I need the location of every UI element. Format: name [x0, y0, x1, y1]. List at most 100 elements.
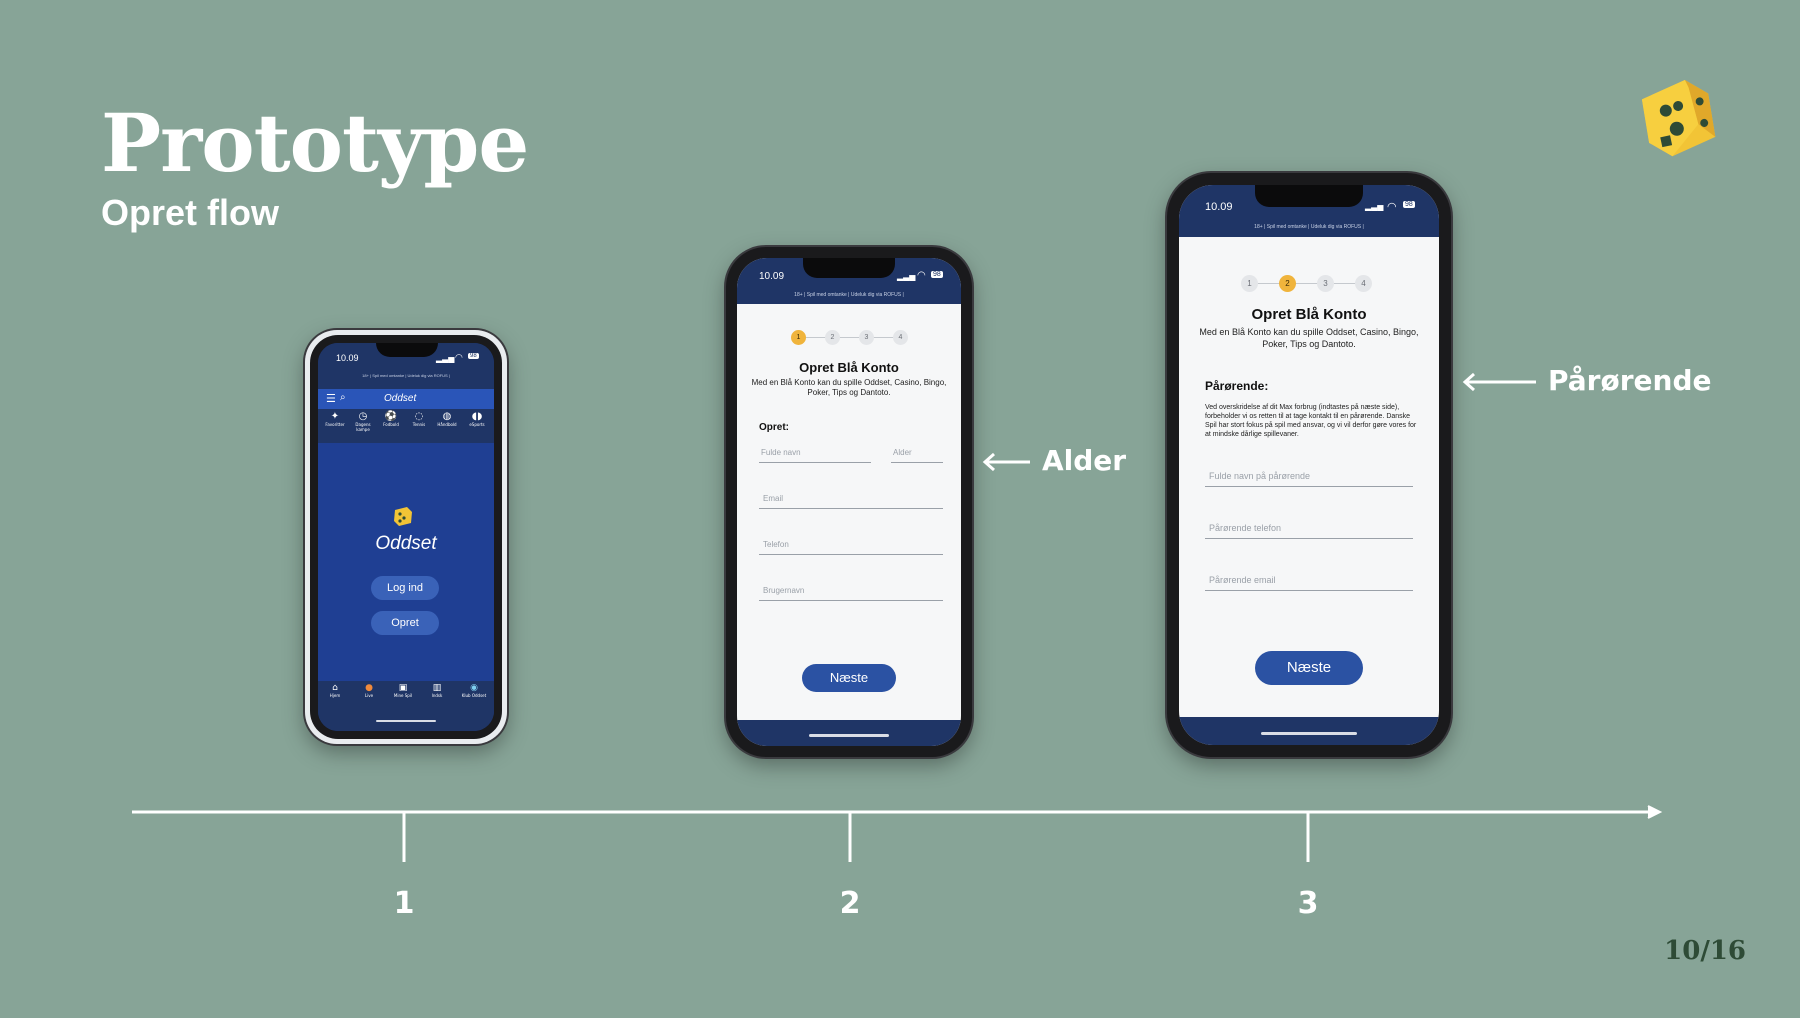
phone-2-home-indicator — [809, 734, 889, 737]
battery-icon: 98 — [1403, 201, 1415, 208]
status-time: 10.09 — [336, 353, 359, 363]
status-time: 10.09 — [759, 271, 785, 282]
step-1-dot: 1 — [1241, 275, 1258, 292]
arrow-left-icon — [982, 452, 1030, 472]
clock-icon: ◷ — [358, 411, 368, 422]
timeline-step-3: 3 — [1297, 886, 1319, 921]
wifi-icon: ◠ — [455, 352, 463, 362]
relative-info-text: Ved overskridelse af dit Max forbrug (in… — [1205, 404, 1417, 438]
club-icon: ◉ — [470, 683, 478, 693]
phone-3-notch — [1255, 185, 1363, 207]
status-time: 10.09 — [1205, 201, 1233, 213]
category-favoritter[interactable]: ✦ Favoritter — [321, 411, 349, 427]
arrow-left-icon — [1462, 372, 1536, 392]
signal-icon: ▂▃▅ — [436, 354, 455, 363]
wifi-icon: ◠ — [917, 270, 926, 281]
phone-1-frame: 10.09 ▂▃▅ ◠ 98 18+ | Spil med omtanke | … — [310, 335, 502, 739]
category-tennis[interactable]: ◌ Tennis — [405, 411, 433, 427]
home-icon: ⌂ — [332, 683, 338, 693]
next-button[interactable]: Næste — [1255, 651, 1363, 685]
timeline-step-1: 1 — [393, 886, 415, 921]
phone-3-mockup: 10.09 ▂▃▅ ◠ 98 18+ | Spil med omtanke | … — [1167, 173, 1451, 757]
nav-klub-oddset[interactable]: ◉ Klub Oddset — [456, 683, 492, 698]
section-heading: Pårørende: — [1205, 379, 1269, 393]
phone-1-bottom-nav: ⌂ Hjem ● Live ▣ Mine Spil ▥ Indsk ◉ Klub… — [318, 681, 494, 731]
timeline-step-2: 2 — [839, 886, 861, 921]
phone-1-category-bar: ✦ Favoritter ◷ Dagens kampe ⚽ Fodbold ◌ … — [318, 409, 494, 443]
step-4-dot: 4 — [893, 330, 908, 345]
stepper-line — [799, 337, 899, 338]
section-heading: Opret: — [759, 422, 789, 433]
phone-1-app-header: ☰ ⌕ Oddset — [318, 389, 494, 409]
phone-field[interactable]: Telefon — [759, 540, 943, 555]
phone-3-bottom-bar — [1179, 717, 1439, 745]
headset-icon: ◖◗ — [471, 411, 483, 422]
phone-2-bottom-bar — [737, 720, 961, 746]
annotation-alder: Alder — [1042, 444, 1127, 477]
page-number: 10/16 — [1664, 936, 1746, 966]
category-fodbold[interactable]: ⚽ Fodbold — [377, 411, 405, 427]
phone-2-screen: 10.09 ▂▃▅ ◠ 98 18+ | Spil med omtanke | … — [737, 258, 961, 746]
email-field[interactable]: Email — [759, 494, 943, 509]
phone-3-home-indicator — [1261, 732, 1357, 735]
category-esports[interactable]: ◖◗ eSports — [461, 411, 493, 427]
chart-icon: ▥ — [432, 683, 442, 693]
battery-icon: 98 — [468, 353, 479, 359]
phone-1-home-indicator — [376, 720, 436, 722]
dice-icon — [394, 507, 412, 526]
phone-1-notch — [376, 343, 438, 357]
create-button[interactable]: Opret — [371, 611, 439, 635]
oddset-logo: Oddset — [375, 533, 437, 554]
slide: Prototype Opret flow 10.09 ▂▃▅ ◠ 98 18+ … — [0, 0, 1800, 1018]
battery-icon: 98 — [931, 271, 943, 278]
phone-2-mockup: 10.09 ▂▃▅ ◠ 98 18+ | Spil med omtanke | … — [726, 247, 972, 757]
login-button[interactable]: Log ind — [371, 576, 439, 600]
signal-icon: ▂▃▅ — [1365, 202, 1384, 211]
tennis-icon: ◌ — [414, 411, 424, 422]
username-field[interactable]: Brugernavn — [759, 586, 943, 601]
annotation-parorende: Pårørende — [1548, 364, 1712, 397]
next-button[interactable]: Næste — [802, 664, 896, 692]
full-name-field[interactable]: Fulde navn — [759, 448, 871, 463]
signal-icon: ▂▃▅ — [897, 272, 916, 281]
phone-1-mockup: 10.09 ▂▃▅ ◠ 98 18+ | Spil med omtanke | … — [305, 330, 507, 744]
slide-title: Prototype — [101, 96, 529, 190]
dice-logo-icon — [1641, 80, 1716, 157]
handball-icon: ◍ — [442, 411, 452, 422]
relative-email-field[interactable]: Pårørende email — [1205, 575, 1413, 591]
nav-indsk[interactable]: ▥ Indsk — [422, 683, 452, 698]
nav-live[interactable]: ● Live — [354, 683, 384, 698]
form-subtitle: Med en Blå Konto kan du spille Oddset, C… — [751, 378, 947, 397]
phone-3-screen: 10.09 ▂▃▅ ◠ 98 18+ | Spil med omtanke | … — [1179, 185, 1439, 745]
menu-icon[interactable]: ☰ — [326, 392, 336, 405]
timeline — [132, 805, 1663, 862]
stepper-line — [1251, 283, 1365, 284]
step-4-dot: 4 — [1355, 275, 1372, 292]
step-3-dot: 3 — [859, 330, 874, 345]
timeline-arrowhead-icon — [1647, 805, 1663, 819]
star-icon: ✦ — [330, 411, 340, 422]
relative-phone-field[interactable]: Pårørende telefon — [1205, 523, 1413, 539]
football-icon: ⚽ — [384, 411, 398, 422]
phone-2-disclaimer: 18+ | Spil med omtanke | Udeluk dig via … — [794, 292, 904, 298]
wifi-icon: ◠ — [1387, 201, 1397, 213]
form-title: Opret Blå Konto — [1251, 306, 1367, 323]
phone-3-disclaimer: 18+ | Spil med omtanke | Udeluk dig via … — [1254, 224, 1364, 230]
form-subtitle: Med en Blå Konto kan du spille Oddset, C… — [1199, 327, 1419, 349]
relative-name-field[interactable]: Fulde navn på pårørende — [1205, 471, 1413, 487]
phone-2-notch — [803, 258, 895, 278]
category-dagens-kampe[interactable]: ◷ Dagens kampe — [349, 411, 377, 432]
phone-1-disclaimer: 18+ | Spil med omtanke | Udeluk dig via … — [362, 373, 450, 378]
search-icon[interactable]: ⌕ — [340, 392, 346, 403]
category-handbold[interactable]: ◍ Håndbold — [433, 411, 461, 427]
header-brand: Oddset — [384, 393, 417, 404]
form-title: Opret Blå Konto — [799, 360, 899, 375]
age-field[interactable]: Alder — [891, 448, 943, 463]
step-3-dot: 3 — [1317, 275, 1334, 292]
live-icon: ● — [365, 683, 373, 693]
nav-mine-spil[interactable]: ▣ Mine Spil — [388, 683, 418, 698]
slide-subtitle: Opret flow — [101, 192, 279, 233]
coupon-icon: ▣ — [398, 683, 408, 693]
nav-hjem[interactable]: ⌂ Hjem — [320, 683, 350, 698]
step-1-dot: 1 — [791, 330, 806, 345]
